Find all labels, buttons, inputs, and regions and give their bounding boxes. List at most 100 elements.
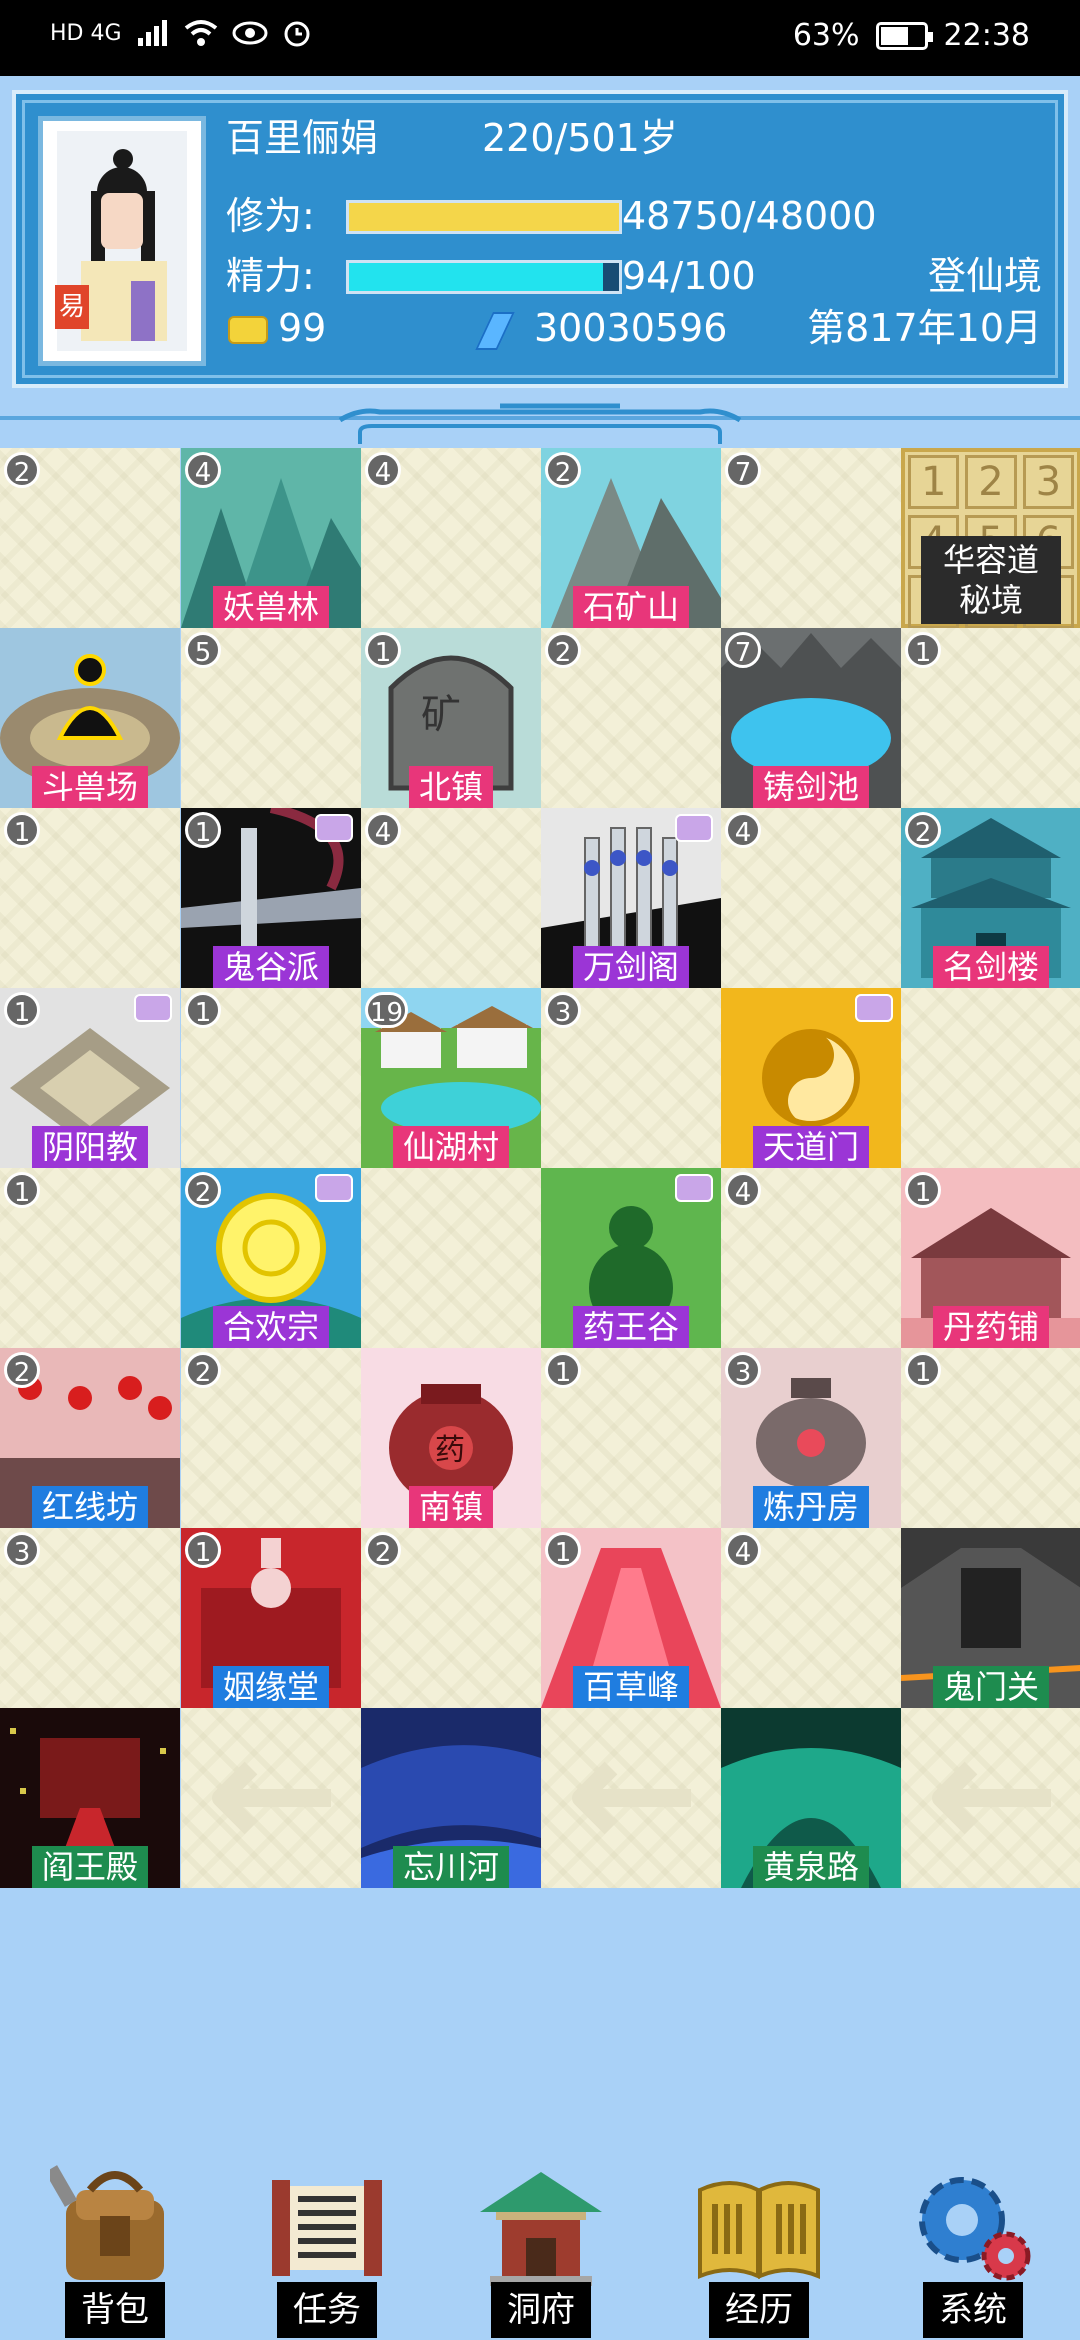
map-cell[interactable]: [901, 1708, 1080, 1888]
location-label: 丹药铺: [932, 1306, 1050, 1348]
map-cell[interactable]: 妖兽林 4: [181, 448, 361, 628]
nav-tasks-label: 任务: [277, 2282, 377, 2338]
map-cell[interactable]: 矿北镇 1: [361, 628, 541, 808]
npc-count-badge: 3: [545, 992, 581, 1028]
map-cell[interactable]: 名剑楼 2: [901, 808, 1080, 988]
scroll-icon: [272, 2180, 382, 2276]
map-cell[interactable]: 合欢宗 2: [181, 1168, 361, 1348]
network-indicator: HD 4G: [50, 20, 122, 46]
map-cell[interactable]: 万剑阁: [541, 808, 721, 988]
map-cell[interactable]: 1: [0, 1168, 180, 1348]
map-cell[interactable]: 4: [721, 808, 901, 988]
map-cell[interactable]: 4: [361, 808, 541, 988]
location-label: 华容道 秘境: [921, 536, 1061, 624]
location-label: 仙湖村: [392, 1126, 510, 1168]
arrow-icon: [932, 1761, 1051, 1835]
map-cell[interactable]: [541, 1708, 721, 1888]
map-cell[interactable]: [361, 1168, 541, 1348]
nav-cave[interactable]: 洞府: [446, 2150, 636, 2340]
map-cell[interactable]: 石矿山 2: [541, 448, 721, 628]
map-cell[interactable]: 百草峰 1: [541, 1528, 721, 1708]
map-cell[interactable]: 忘川河: [361, 1708, 541, 1888]
map-cell[interactable]: 鬼门关: [901, 1528, 1080, 1708]
pavilion-icon: [480, 2172, 602, 2286]
map-cell[interactable]: 红线坊 2: [0, 1348, 180, 1528]
map-cell[interactable]: 1: [901, 1348, 1080, 1528]
map-cell[interactable]: 药南镇: [361, 1348, 541, 1528]
spirit-stone-amount: 30030596: [534, 306, 728, 350]
map-cell[interactable]: 斗兽场: [0, 628, 180, 808]
npc-count-badge: 2: [185, 1352, 221, 1388]
map-cell[interactable]: 鬼谷派 1: [181, 808, 361, 988]
npc-count-badge: 2: [4, 1352, 40, 1388]
npc-count-badge: 4: [725, 1532, 761, 1568]
map-cell[interactable]: 黄泉路: [721, 1708, 901, 1888]
map-cell[interactable]: 7: [721, 448, 901, 628]
map-cell[interactable]: 1: [0, 808, 180, 988]
map-cell[interactable]: [901, 988, 1080, 1168]
energy-value: 94/100: [622, 254, 756, 298]
map-cell[interactable]: 铸剑池 7: [721, 628, 901, 808]
map-cell[interactable]: 4: [721, 1168, 901, 1348]
alarm-icon: [284, 21, 310, 47]
energy-label: 精力:: [226, 254, 315, 298]
sect-icon: [134, 994, 172, 1022]
panel-divider: [0, 403, 1080, 444]
npc-count-badge: 1: [365, 632, 401, 668]
sect-icon: [855, 994, 893, 1022]
map-cell[interactable]: 药王谷: [541, 1168, 721, 1348]
map-cell[interactable]: 阎王殿: [0, 1708, 180, 1888]
game-date: 第817年10月: [807, 306, 1042, 350]
map-cell[interactable]: 2: [541, 628, 721, 808]
map-cell[interactable]: 3: [541, 988, 721, 1168]
npc-count-badge: 4: [725, 1172, 761, 1208]
map-cell[interactable]: 1: [541, 1348, 721, 1528]
nav-backpack-label: 背包: [65, 2282, 165, 2338]
nav-backpack[interactable]: 背包: [20, 2150, 210, 2340]
map-cell[interactable]: 1: [181, 988, 361, 1168]
npc-count-badge: 2: [365, 1532, 401, 1568]
location-label: 铸剑池: [752, 766, 870, 808]
sect-icon: [675, 1174, 713, 1202]
npc-count-badge: 1: [4, 1172, 40, 1208]
map-cell[interactable]: 2: [361, 1528, 541, 1708]
nav-system[interactable]: 系统: [878, 2150, 1068, 2340]
sect-icon: [675, 814, 713, 842]
location-label: 鬼门关: [932, 1666, 1050, 1708]
gold-icon: [228, 316, 268, 344]
map-cell[interactable]: 仙湖村 19: [361, 988, 541, 1168]
npc-count-badge: 1: [185, 812, 221, 848]
map-cell[interactable]: 丹药铺 1: [901, 1168, 1080, 1348]
player-avatar[interactable]: 易: [38, 116, 206, 366]
map-cell[interactable]: 4: [361, 448, 541, 628]
nav-history[interactable]: 经历: [664, 2150, 854, 2340]
player-name: 百里俪娟: [226, 116, 379, 160]
map-cell[interactable]: 2: [181, 1348, 361, 1528]
map-cell[interactable]: 2: [0, 448, 180, 628]
location-label: 妖兽林: [212, 586, 330, 628]
npc-count-badge: 4: [185, 452, 221, 488]
npc-count-badge: 2: [905, 812, 941, 848]
location-label: 药王谷: [572, 1306, 690, 1348]
wifi-icon: [184, 20, 217, 46]
npc-count-badge: 1: [905, 632, 941, 668]
map-cell[interactable]: 5: [181, 628, 361, 808]
backpack-icon: [50, 2165, 164, 2280]
npc-count-badge: 1: [905, 1352, 941, 1388]
npc-count-badge: 1: [4, 812, 40, 848]
player-age: 220/501岁: [482, 116, 678, 160]
map-cell[interactable]: 4: [721, 1528, 901, 1708]
map-cell[interactable]: 姻缘堂 1: [181, 1528, 361, 1708]
map-cell[interactable]: 1: [901, 628, 1080, 808]
map-cell[interactable]: 炼丹房 3: [721, 1348, 901, 1528]
map-cell[interactable]: [181, 1708, 361, 1888]
location-label: 红线坊: [31, 1486, 149, 1528]
energy-bar: [346, 260, 622, 294]
map-cell[interactable]: 天道门: [721, 988, 901, 1168]
map-cell[interactable]: 3: [0, 1528, 180, 1708]
location-label: 南镇: [408, 1486, 494, 1528]
map-cell[interactable]: 阴阳教 1: [0, 988, 180, 1168]
nav-tasks[interactable]: 任务: [232, 2150, 422, 2340]
map-cell[interactable]: 12345678华容道 秘境: [901, 448, 1080, 628]
location-label: 鬼谷派: [212, 946, 330, 988]
